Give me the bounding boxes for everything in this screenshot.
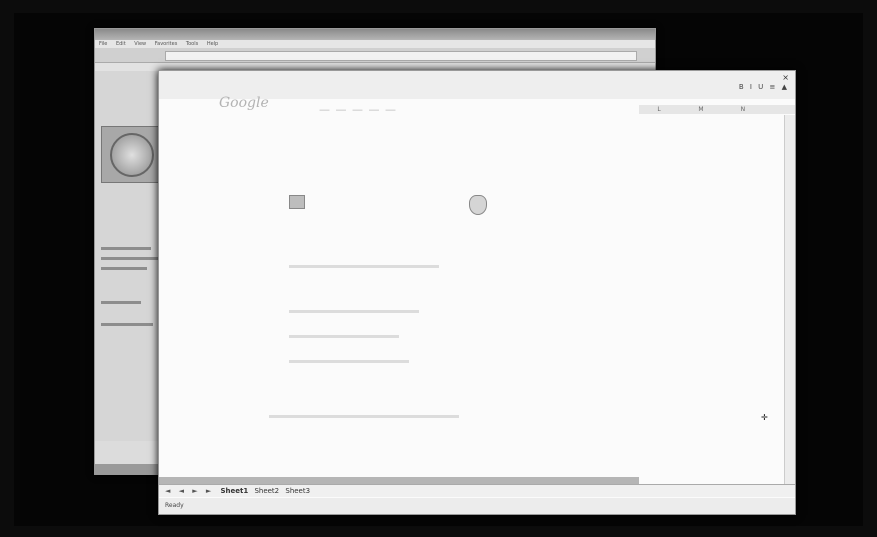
format-toolbar-icons[interactable]: B I U ≡ ▲ — [739, 83, 789, 91]
browser-title-bar — [95, 29, 655, 40]
menu-file[interactable]: File — [99, 41, 107, 47]
taskbar-strip — [159, 477, 639, 484]
sidebar-link-bar[interactable] — [101, 323, 153, 326]
thumbnail-icon[interactable] — [289, 195, 305, 209]
sheet-tabs-bar: ◄ ◄ ► ► Sheet1 Sheet2 Sheet3 — [159, 484, 795, 497]
menu-favorites[interactable]: Favorites — [155, 41, 178, 47]
tab-sheet2[interactable]: Sheet2 — [254, 485, 279, 497]
sidebar-link-bar[interactable] — [101, 301, 141, 304]
column-header-m[interactable]: M — [681, 105, 721, 114]
column-header-l[interactable]: L — [639, 105, 679, 114]
browser-sidebar — [95, 71, 165, 441]
sheet-nav-arrows[interactable]: ◄ ◄ ► ► — [165, 487, 214, 495]
menu-help[interactable]: Help — [207, 41, 218, 47]
status-text: Ready — [165, 502, 184, 509]
menu-tools[interactable]: Tools — [186, 41, 198, 47]
browser-menu-bar: File Edit View Favorites Tools Help — [95, 40, 655, 48]
profile-photo — [101, 126, 163, 183]
link-underline[interactable] — [289, 360, 409, 363]
vertical-scrollbar[interactable] — [784, 115, 795, 485]
badge-icon — [469, 195, 487, 215]
column-header-n[interactable]: N — [723, 105, 763, 114]
address-bar[interactable] — [165, 51, 637, 61]
tab-sheet3[interactable]: Sheet3 — [285, 485, 310, 497]
column-headers: L M N — [639, 105, 795, 114]
close-icon[interactable]: × — [782, 73, 789, 82]
menu-edit[interactable]: Edit — [116, 41, 126, 47]
link-underline[interactable] — [289, 310, 419, 313]
avatar-circle — [110, 133, 154, 177]
tab-sheet1[interactable]: Sheet1 — [220, 485, 248, 497]
link-underline[interactable] — [289, 335, 399, 338]
pasted-web-page: Google — — — — — ✛ — [219, 95, 768, 475]
sidebar-link-bar[interactable] — [101, 257, 159, 260]
google-logo: Google — [219, 95, 269, 111]
link-underline[interactable] — [289, 265, 439, 268]
menu-view[interactable]: View — [134, 41, 146, 47]
spreadsheet-window: × B I U ≡ ▲ L M N Google — — — — — ✛ ◄ ◄… — [158, 70, 796, 515]
status-bar: Ready — [159, 498, 795, 514]
sidebar-link-bar[interactable] — [101, 247, 151, 250]
mouse-cursor-icon: ✛ — [761, 413, 768, 422]
footer-links[interactable] — [269, 415, 459, 418]
sidebar-link-bar[interactable] — [101, 267, 147, 270]
page-heading: — — — — — — [319, 103, 397, 116]
